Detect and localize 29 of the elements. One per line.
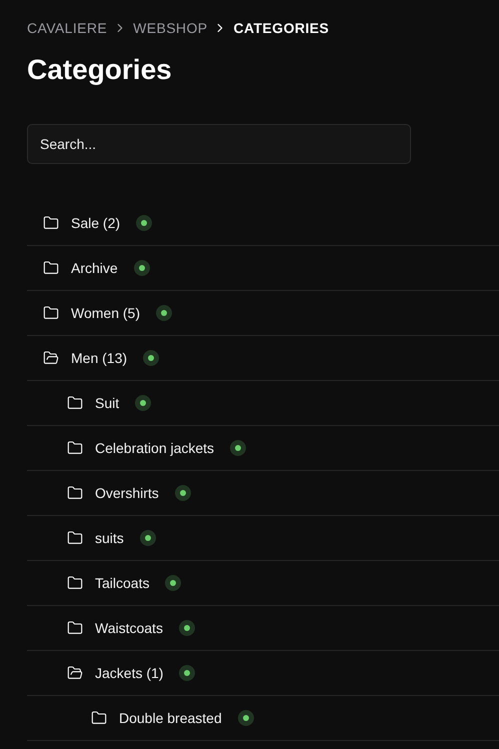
category-name: Overshirts — [95, 485, 159, 501]
page-title: Categories — [27, 53, 173, 87]
category-row[interactable]: Archive — [27, 246, 499, 291]
breadcrumb-link[interactable]: WEBSHOP — [133, 20, 208, 36]
category-row[interactable]: Jackets (1) — [27, 651, 499, 696]
category-row[interactable]: Overshirts — [27, 471, 499, 516]
category-name: Tailcoats — [95, 575, 150, 591]
category-name: Women (5) — [71, 305, 140, 321]
breadcrumb-link[interactable]: CAVALIERE — [27, 20, 108, 36]
category-row[interactable]: Sale (2) — [27, 201, 499, 246]
category-row[interactable]: Women (5) — [27, 291, 499, 336]
category-row[interactable]: Men (13) — [27, 336, 499, 381]
category-name: Men (13) — [71, 350, 128, 366]
category-row[interactable]: Tailcoats — [27, 561, 499, 606]
category-name: Suit — [95, 395, 120, 411]
category-name: Archive — [71, 260, 118, 276]
category-row[interactable]: Waistcoats — [27, 606, 499, 651]
breadcrumb-link[interactable]: CATEGORIES — [233, 20, 330, 36]
category-name: suits — [95, 530, 124, 546]
search-field[interactable]: Search... — [27, 124, 411, 164]
category-name: Double breasted — [119, 710, 222, 726]
category-row[interactable]: Celebration jackets — [27, 426, 499, 471]
category-name: Sale (2) — [71, 215, 120, 231]
category-row[interactable]: suits — [27, 516, 499, 561]
category-name: Jackets (1) — [95, 665, 164, 681]
category-name: Celebration jackets — [95, 440, 214, 456]
category-row[interactable]: Suit — [27, 381, 499, 426]
category-name: Waistcoats — [95, 620, 163, 636]
category-row[interactable]: Double breasted — [27, 696, 499, 741]
